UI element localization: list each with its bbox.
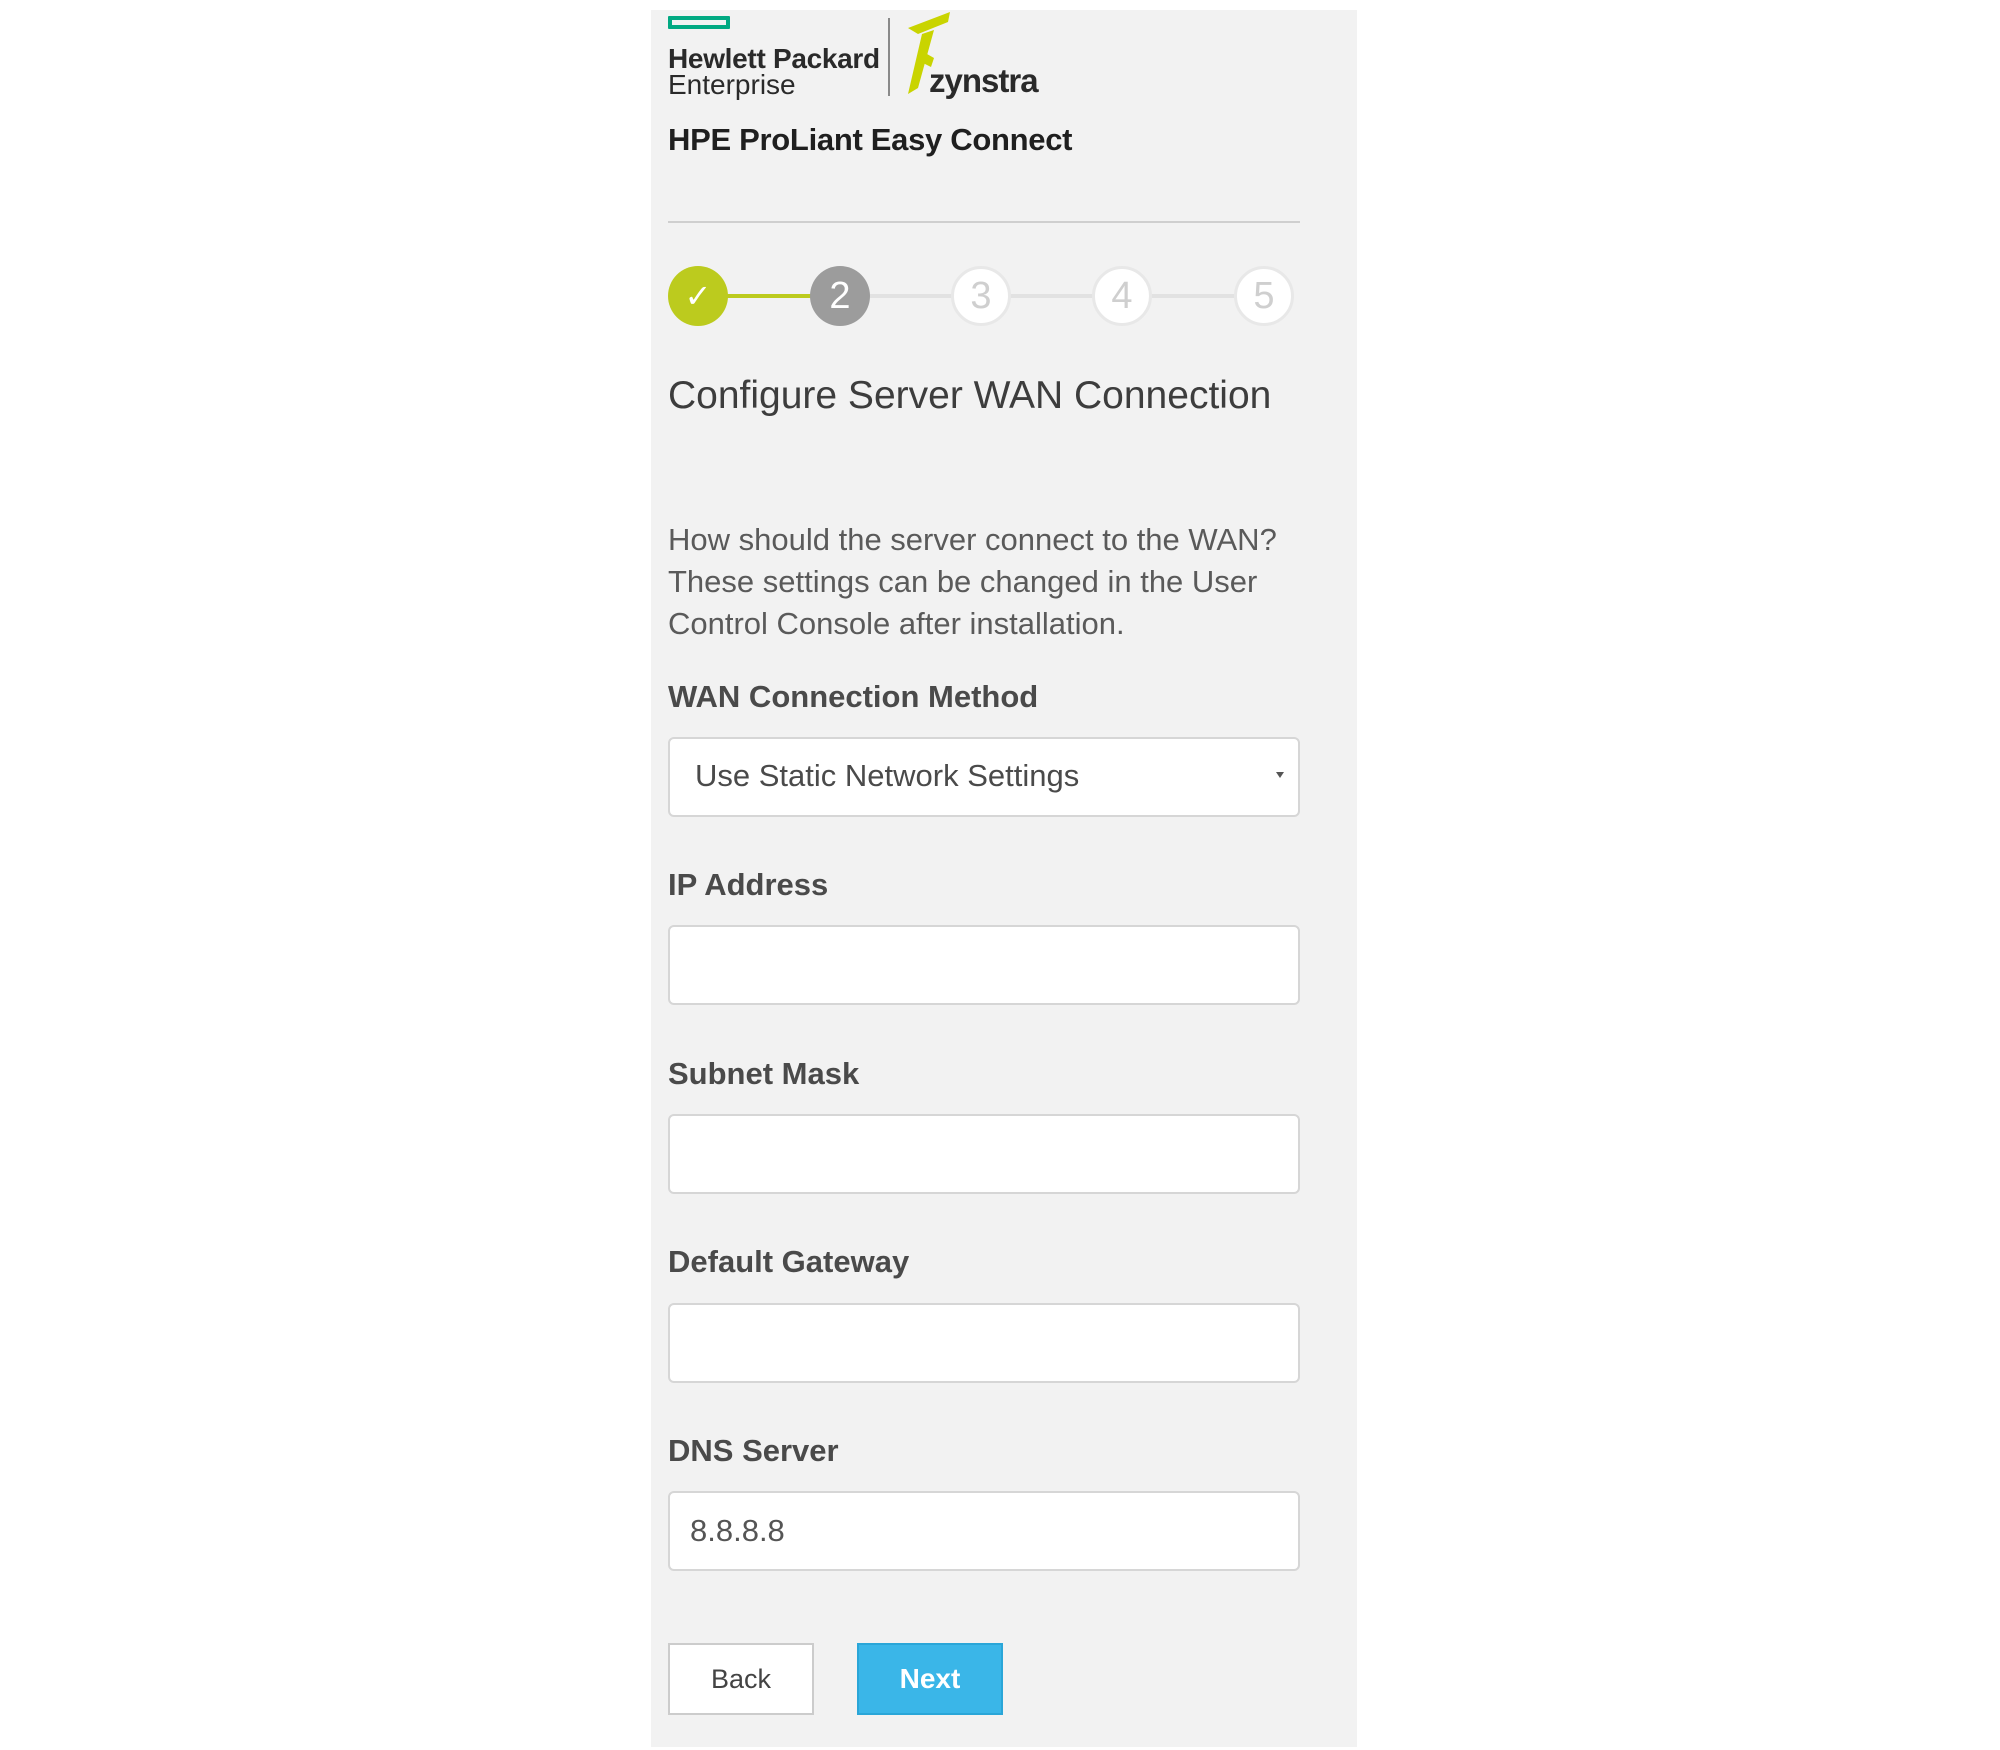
ip-address-input[interactable] [670,927,1298,1003]
hpe-element-icon [668,16,730,29]
ip-address-field [668,925,1300,1005]
default-gateway-field [668,1303,1300,1383]
dns-server-input[interactable] [670,1493,1298,1569]
step-4: 4 [1092,266,1152,326]
zynstra-logo: zynstra [904,10,1054,100]
subnet-mask-field [668,1114,1300,1194]
step-3: 3 [951,266,1011,326]
checkmark-icon: ✓ [684,278,712,314]
dns-server-label: DNS Server [668,1433,839,1468]
page-heading: Configure Server WAN Connection [668,374,1272,417]
wan-method-select[interactable]: Use Static Network Settings [668,737,1300,817]
zynstra-wordmark: zynstra [929,62,1039,99]
step-connector-2 [868,294,952,298]
step-connector-3 [1008,294,1094,298]
subnet-mask-label: Subnet Mask [668,1056,860,1091]
next-button[interactable]: Next [857,1643,1003,1715]
subnet-mask-input[interactable] [670,1116,1298,1192]
default-gateway-input[interactable] [670,1305,1298,1381]
product-title: HPE ProLiant Easy Connect [668,122,1073,157]
step-connector-1 [726,294,812,298]
step-1-complete: ✓ [668,266,728,326]
default-gateway-label: Default Gateway [668,1244,910,1279]
wan-method-label: WAN Connection Method [668,679,1039,714]
step-2-current: 2 [810,266,870,326]
back-button[interactable]: Back [668,1643,814,1715]
dns-server-field [668,1491,1300,1571]
brand-name-line2: Enterprise [668,69,796,100]
dropdown-caret-icon [1276,772,1284,778]
wan-method-selected-value: Use Static Network Settings [695,758,1080,793]
step-5: 5 [1234,266,1294,326]
logo-divider [888,18,890,96]
header-divider [668,221,1300,223]
step-connector-4 [1150,294,1236,298]
wizard-stepper: ✓ 2 3 4 5 [668,266,1300,328]
hpe-logo: Hewlett Packard Enterprise [668,13,888,103]
setup-wizard-panel: Hewlett Packard Enterprise zynstra HPE P… [651,10,1357,1747]
page-description: How should the server connect to the WAN… [668,522,1277,641]
ip-address-label: IP Address [668,867,829,902]
